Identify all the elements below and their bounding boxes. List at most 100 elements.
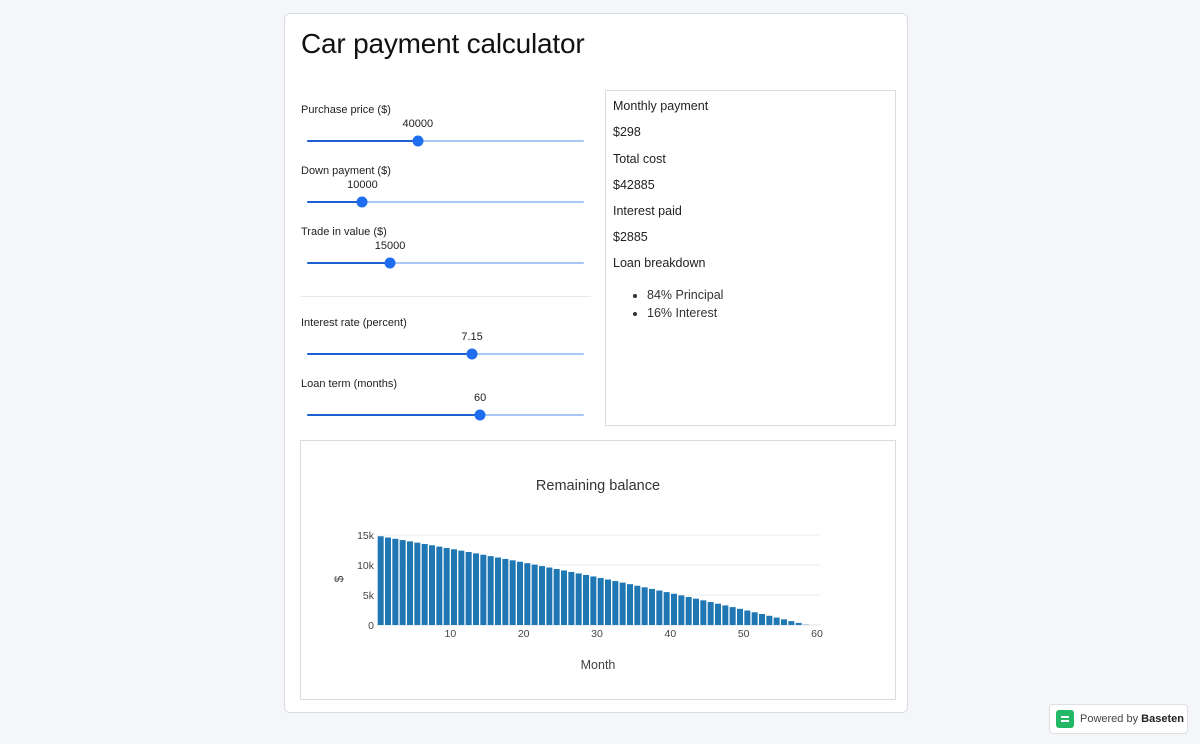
- slider-thumb[interactable]: [474, 409, 486, 421]
- badge-prefix: Powered by: [1080, 713, 1139, 725]
- remaining-balance-chart: 0 5k 10k 15k 10 20 30 40 50 60 Remaining balance Mo…: [300, 440, 896, 700]
- bar: [656, 590, 663, 625]
- x-tick-label: 60: [811, 628, 823, 640]
- y-tick-label: 10k: [357, 560, 375, 572]
- bar: [516, 561, 524, 625]
- slider-group: Down payment ($) 10000: [301, 165, 593, 225]
- bar: [619, 582, 626, 625]
- bar: [692, 598, 700, 625]
- badge-text: Powered by Baseten: [1080, 713, 1184, 725]
- bar: [604, 579, 612, 625]
- bar: [443, 547, 450, 625]
- slider-group: Loan term (months) 60: [301, 378, 593, 438]
- slider-value: 15000: [374, 240, 406, 252]
- bar: [788, 621, 795, 625]
- total-cost-label: Total cost: [613, 152, 666, 166]
- slider-group: Interest rate (percent) 7.15: [301, 317, 593, 377]
- bar: [714, 603, 722, 625]
- slider-group: Purchase price ($) 40000: [301, 104, 593, 164]
- bar: [773, 617, 780, 625]
- results-panel: Monthly payment $298 Total cost $42885 I…: [605, 90, 896, 426]
- bar: [399, 540, 406, 625]
- bar: [392, 538, 399, 625]
- x-tick-label: 10: [444, 628, 456, 640]
- slider-label: Trade in value ($): [301, 226, 387, 238]
- bar: [590, 576, 597, 625]
- bar: [414, 542, 421, 625]
- bar: [487, 556, 494, 625]
- bar: [377, 536, 384, 625]
- slider-value: 40000: [402, 118, 434, 130]
- bar: [707, 602, 714, 625]
- bar: [450, 549, 458, 625]
- slider-thumb[interactable]: [466, 348, 478, 360]
- bar: [568, 571, 575, 625]
- list-item: 16% Interest: [647, 304, 723, 322]
- monthly-payment-value: $298: [613, 125, 641, 139]
- slider-fill: [307, 140, 418, 142]
- bar: [751, 612, 758, 625]
- page-title: Car payment calculator: [301, 28, 585, 59]
- slider-track[interactable]: [307, 348, 584, 360]
- bar: [780, 619, 788, 625]
- bar: [641, 587, 648, 625]
- bar: [597, 577, 604, 625]
- slider-label: Down payment ($): [301, 165, 391, 177]
- chart-title: Remaining balance: [536, 478, 660, 494]
- bar: [436, 546, 443, 625]
- badge-brand: Baseten: [1141, 713, 1184, 725]
- interest-paid-label: Interest paid: [613, 204, 682, 218]
- bar: [538, 566, 546, 625]
- slider-fill: [307, 414, 481, 416]
- bar: [766, 615, 773, 625]
- baseten-logo-icon: [1056, 710, 1074, 728]
- slider-fill: [307, 353, 473, 355]
- x-tick-label: 40: [664, 628, 676, 640]
- slider-value: 7.15: [461, 331, 483, 343]
- bar: [722, 605, 729, 625]
- bar: [553, 568, 560, 625]
- slider-group: Trade in value ($) 15000: [301, 226, 593, 286]
- bar: [428, 545, 436, 625]
- slider-track[interactable]: [307, 409, 584, 421]
- slider-track[interactable]: [307, 257, 584, 269]
- y-tick-label: 5k: [363, 590, 375, 602]
- x-axis-label: Month: [581, 658, 616, 672]
- bar: [472, 553, 480, 625]
- bar: [736, 608, 744, 625]
- bar: [744, 610, 751, 625]
- slider-value: 60: [474, 392, 487, 404]
- slider-thumb[interactable]: [412, 135, 424, 147]
- bar: [575, 573, 582, 625]
- bar: [626, 584, 634, 625]
- y-tick-label: 0: [368, 620, 374, 632]
- slider-label: Interest rate (percent): [301, 317, 407, 329]
- slider-thumb[interactable]: [384, 257, 396, 269]
- slider-value: 10000: [347, 179, 378, 191]
- bar: [795, 622, 802, 625]
- slider-label: Loan term (months): [301, 378, 397, 390]
- x-tick-label: 50: [738, 628, 750, 640]
- bar: [458, 550, 465, 625]
- bar: [546, 567, 553, 625]
- bar: [502, 558, 509, 625]
- section-divider: [301, 296, 591, 297]
- slider-track[interactable]: [307, 135, 584, 147]
- bar: [421, 543, 428, 625]
- bar: [531, 564, 538, 625]
- bar: [494, 557, 502, 625]
- bar: [634, 585, 641, 625]
- bar: [685, 597, 692, 625]
- slider-thumb[interactable]: [356, 196, 368, 208]
- bar: [663, 592, 670, 625]
- list-item: 84% Principal: [647, 286, 723, 304]
- interest-paid-value: $2885: [613, 230, 648, 244]
- bar: [678, 595, 685, 625]
- bar: [406, 541, 414, 625]
- powered-by-badge[interactable]: Powered by Baseten: [1049, 704, 1188, 734]
- slider-track[interactable]: [307, 196, 584, 208]
- slider-label: Purchase price ($): [301, 104, 391, 116]
- loan-breakdown-label: Loan breakdown: [613, 256, 706, 270]
- bar: [480, 554, 487, 625]
- bar: [509, 560, 516, 625]
